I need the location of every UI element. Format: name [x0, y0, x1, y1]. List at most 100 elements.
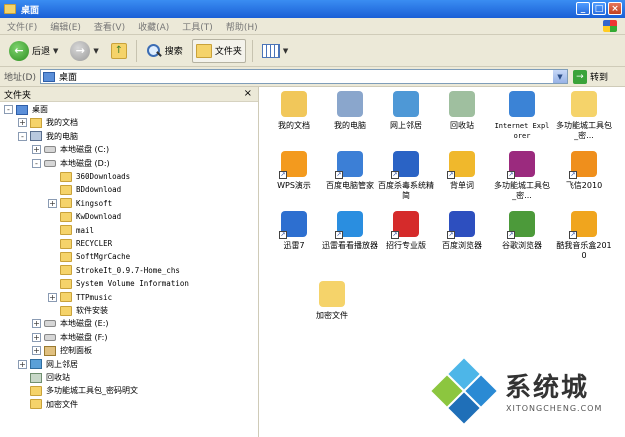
toolbar-separator	[251, 39, 253, 62]
network-icon	[393, 91, 419, 117]
tree-item-label: 多功能城工具包_密码明文	[46, 386, 138, 396]
menu-view[interactable]: 查看(V)	[94, 20, 125, 33]
close-pane-icon[interactable]: ×	[244, 88, 252, 99]
desktop-item[interactable]: ↗ 酷我音乐盒2010	[555, 211, 613, 261]
tree-item[interactable]: 回收站	[18, 371, 70, 384]
tree-item[interactable]: + Kingsoft	[48, 197, 112, 210]
tree-item[interactable]: BDdownload	[48, 183, 121, 196]
recycle-bin-icon	[30, 372, 42, 383]
network-icon	[30, 359, 42, 370]
drive-icon	[44, 333, 56, 341]
close-button[interactable]: ×	[608, 2, 622, 15]
tree-item[interactable]: StrokeIt_0.9.7-Home_chs	[48, 264, 180, 277]
tree-item[interactable]: 360Downloads	[48, 170, 130, 183]
tree-item[interactable]: 加密文件	[18, 398, 78, 411]
search-button[interactable]: 搜索	[143, 39, 186, 63]
back-dropdown-icon[interactable]: ▼	[53, 47, 58, 55]
go-label: 转到	[589, 73, 608, 83]
desktop-item[interactable]: 我的文档	[265, 91, 323, 131]
desktop-item[interactable]: ↗ 迅雷看看播放器	[321, 211, 379, 251]
expand-icon[interactable]: +	[48, 198, 57, 208]
desktop-item-label: 迅雷7	[283, 241, 305, 250]
expand-icon[interactable]: +	[32, 332, 41, 342]
collapse-icon[interactable]: -	[18, 131, 27, 141]
folder-icon	[60, 292, 72, 303]
tree-item[interactable]: + 网上邻居	[18, 358, 78, 371]
tree-item[interactable]: - 本地磁盘 (D:)	[32, 157, 110, 170]
kuwo-icon: ↗	[569, 211, 597, 239]
desktop-item[interactable]: ↗ 多功能城工具包_密...	[493, 151, 551, 201]
expand-icon[interactable]: +	[18, 118, 27, 128]
tree-item[interactable]: 多功能城工具包_密码明文	[18, 384, 138, 397]
back-arrow-icon: ←	[9, 40, 29, 61]
minimize-button[interactable]: _	[576, 2, 590, 15]
desktop-item-label: 酷我音乐盒2010	[556, 241, 612, 260]
expand-icon[interactable]: +	[18, 359, 27, 369]
back-button[interactable]: ← 后退 ▼	[6, 39, 61, 63]
desktop-item[interactable]: Internet Explorer	[493, 91, 551, 141]
desktop-item[interactable]: 网上邻居	[377, 91, 435, 131]
forward-arrow-icon: →	[70, 40, 91, 61]
desktop-item-label: 我的电脑	[334, 121, 366, 130]
desktop-item[interactable]: ↗ 背单词	[433, 151, 491, 191]
tree-item[interactable]: + TTPmusic	[48, 291, 112, 304]
desktop-item[interactable]: ↗ 百度电脑管家	[321, 151, 379, 191]
shortcut-arrow-icon: ↗	[447, 171, 455, 179]
folders-button[interactable]: 文件夹	[191, 38, 246, 63]
tree-item[interactable]: RECYCLER	[48, 237, 112, 250]
tree-item[interactable]: mail	[48, 224, 94, 237]
address-field[interactable]: 桌面 ▼	[39, 69, 568, 84]
tree-item[interactable]: - 我的电脑	[18, 130, 78, 143]
desktop-item[interactable]: ↗ 谷歌浏览器	[493, 211, 551, 251]
desktop-item[interactable]: ↗ 百度浏览器	[433, 211, 491, 251]
forward-button[interactable]: → ▼	[67, 39, 101, 63]
folder-icon	[60, 305, 72, 316]
up-button[interactable]: ↑	[108, 39, 130, 63]
views-dropdown-icon[interactable]: ▼	[283, 47, 288, 55]
desktop-item[interactable]: ↗ 百度杀毒系统精简	[377, 151, 435, 201]
tree-item[interactable]: + 本地磁盘 (F:)	[32, 331, 107, 344]
desktop-item[interactable]: ↗ 招行专业版	[377, 211, 435, 251]
tree-item[interactable]: + 本地磁盘 (C:)	[32, 143, 109, 156]
xunlei-icon: ↗	[279, 211, 307, 239]
desktop-item[interactable]: ↗ 飞信2010	[555, 151, 613, 191]
shortcut-arrow-icon: ↗	[391, 171, 399, 179]
tree-item[interactable]: + 控制面板	[32, 344, 92, 357]
maximize-button[interactable]: □	[592, 2, 606, 15]
desktop-item-label: WPS演示	[277, 181, 311, 190]
computer-icon	[30, 131, 42, 142]
menu-favorites[interactable]: 收藏(A)	[138, 20, 169, 33]
views-button[interactable]: ▼	[259, 39, 291, 63]
tree-item[interactable]: - 桌面	[4, 103, 48, 116]
expand-icon[interactable]: +	[32, 145, 41, 155]
collapse-icon[interactable]: -	[4, 105, 13, 114]
expand-icon[interactable]: +	[32, 346, 41, 356]
menu-tools[interactable]: 工具(T)	[182, 20, 213, 33]
tree-item[interactable]: + 我的文档	[18, 116, 78, 129]
tree-item[interactable]: + 本地磁盘 (E:)	[32, 317, 109, 330]
desktop-item[interactable]: 我的电脑	[321, 91, 379, 131]
desktop-item[interactable]: 加密文件	[303, 281, 361, 321]
desktop-item[interactable]: ↗ WPS演示	[265, 151, 323, 191]
baidu-antivirus-icon: ↗	[391, 151, 419, 179]
address-dropdown-icon[interactable]: ▼	[552, 70, 567, 83]
menu-help[interactable]: 帮助(H)	[226, 20, 258, 33]
desktop-item-label: 多功能城工具包_密...	[494, 181, 550, 200]
desktop-item[interactable]: ↗ 迅雷7	[265, 211, 323, 251]
forward-dropdown-icon[interactable]: ▼	[93, 47, 98, 55]
desktop-item[interactable]: 回收站	[433, 91, 491, 131]
tree-item[interactable]: KwDownload	[48, 210, 121, 223]
tree-item-label: StrokeIt_0.9.7-Home_chs	[76, 265, 180, 275]
desktop-item[interactable]: 多功能城工具包_密...	[555, 91, 613, 141]
desktop-icon	[16, 104, 28, 115]
tree-item[interactable]: 软件安装	[48, 304, 108, 317]
go-button[interactable]: → 转到	[572, 69, 608, 84]
tree-item[interactable]: System Volume Information	[48, 277, 189, 290]
menu-edit[interactable]: 编辑(E)	[50, 20, 81, 33]
collapse-icon[interactable]: -	[32, 158, 41, 168]
toolbar: ← 后退 ▼ → ▼ ↑ 搜索 文件夹 ▼	[0, 35, 625, 67]
menu-file[interactable]: 文件(F)	[7, 20, 37, 33]
tree-item[interactable]: SoftMgrCache	[48, 250, 130, 263]
expand-icon[interactable]: +	[32, 319, 41, 329]
expand-icon[interactable]: +	[48, 292, 57, 302]
